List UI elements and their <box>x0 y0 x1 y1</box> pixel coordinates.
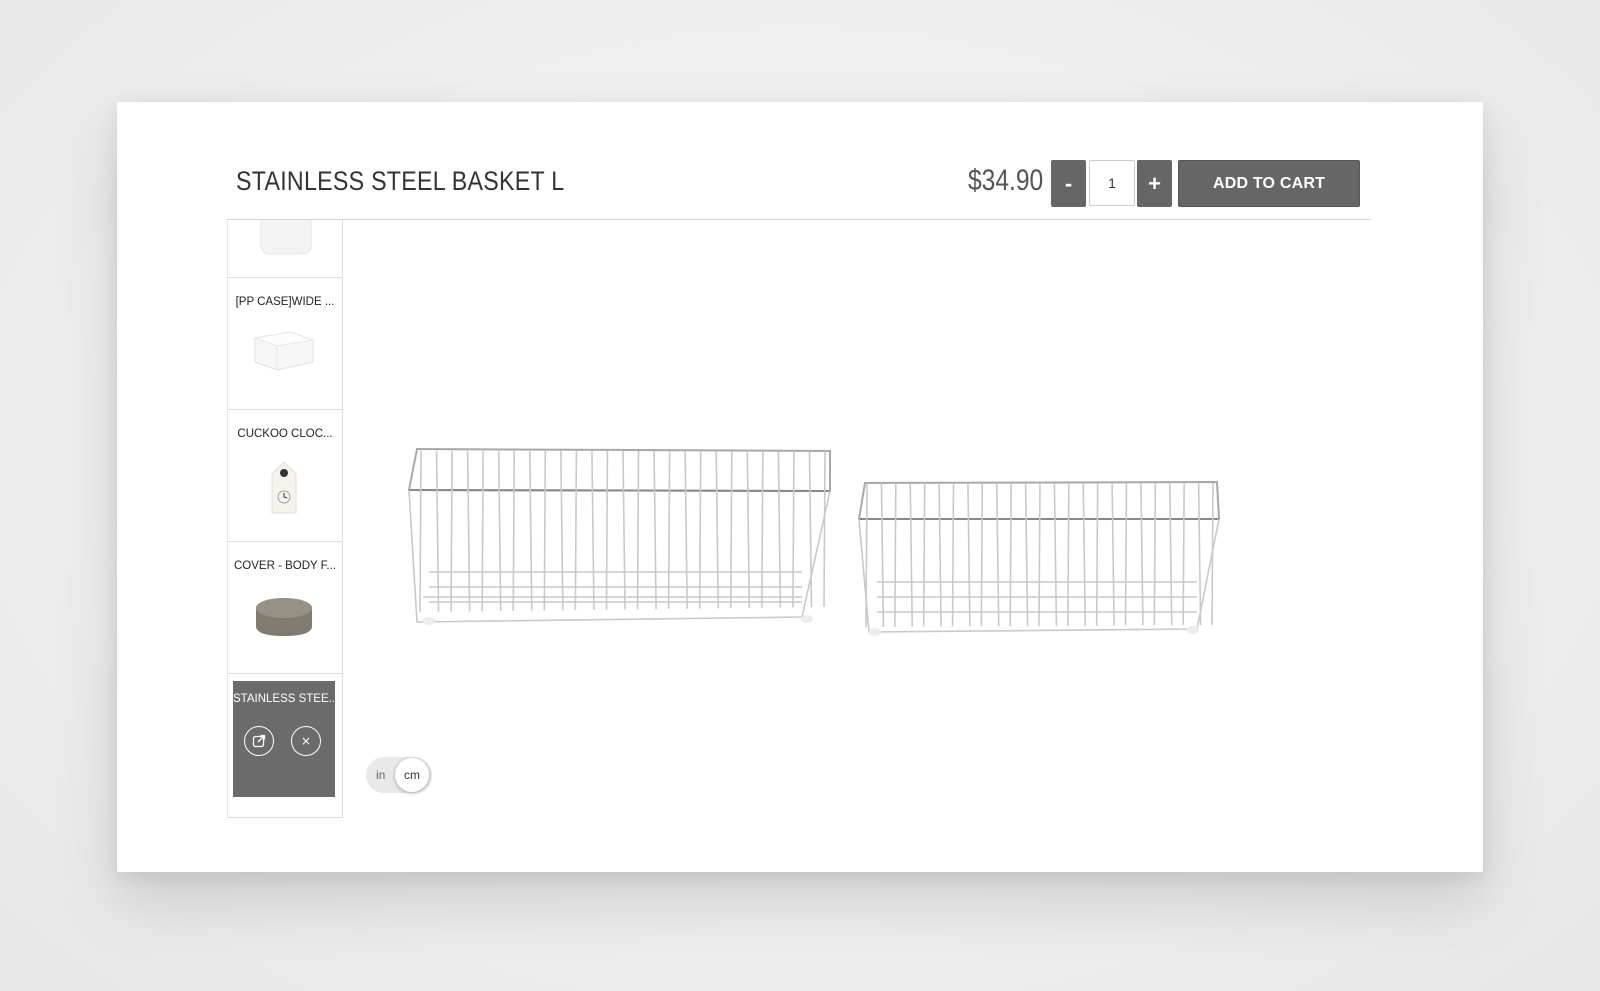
basket-wire <box>894 482 897 627</box>
basket-wire <box>823 450 826 608</box>
basket-wire <box>909 482 914 627</box>
basket-foot <box>1187 626 1199 634</box>
product-modal: STAINLESS STEEL BASKET L $34.90 - + ADD … <box>117 102 1483 872</box>
basket-wire <box>591 450 595 610</box>
basket-wire <box>1053 482 1058 626</box>
basket-wire <box>792 450 795 608</box>
basket-wire <box>636 450 640 610</box>
basket-wire <box>1211 482 1214 626</box>
sidebar-item-stainless-steel-basket[interactable]: STAINLESS STEE... × <box>228 674 342 806</box>
sidebar-item-label: CUCKOO CLOC... <box>237 428 333 440</box>
basket-wire <box>1168 482 1173 626</box>
basket-wire <box>715 450 720 609</box>
small-basket-illustration <box>857 480 1221 633</box>
recent-items-sidebar: [PP CASE]WIDE ... CUCKOO CLOC... COVER -… <box>227 220 343 818</box>
add-to-cart-button[interactable]: ADD TO CART <box>1178 160 1360 207</box>
sidebar-item-jar[interactable] <box>228 220 342 278</box>
basket-wire <box>698 450 702 609</box>
unit-in-label[interactable]: in <box>376 768 385 782</box>
large-basket-illustration <box>407 447 831 623</box>
basket-wire <box>980 482 984 627</box>
basket-wire <box>512 450 516 611</box>
basket-wire <box>938 482 942 627</box>
basket-foot <box>869 628 881 636</box>
basket-wire <box>1182 482 1185 626</box>
basket-wire <box>481 450 484 612</box>
header-divider <box>227 219 1372 220</box>
basket-wire <box>1140 482 1144 626</box>
basket-wire <box>746 450 751 608</box>
basket-wire <box>1024 482 1029 627</box>
decrease-quantity-button[interactable]: - <box>1051 160 1086 207</box>
basket-wire <box>1124 482 1128 626</box>
basket-wire <box>777 450 782 608</box>
product-image <box>407 447 1221 636</box>
basket-wire <box>450 450 453 612</box>
basket-wire <box>951 482 955 627</box>
increase-quantity-button[interactable]: + <box>1137 160 1172 207</box>
basket-wire <box>1111 482 1115 626</box>
unit-cm-knob[interactable]: cm <box>395 758 429 792</box>
active-item-panel: STAINLESS STEE... × <box>233 681 339 797</box>
basket-wire <box>729 450 733 609</box>
white-box-thumbnail-icon <box>253 331 315 371</box>
basket-wire <box>1153 482 1157 626</box>
quantity-input[interactable] <box>1089 160 1135 206</box>
sidebar-item-cuckoo-clock[interactable]: CUCKOO CLOC... <box>228 410 342 542</box>
sidebar-item-cover-body[interactable]: COVER - BODY F... <box>228 542 342 674</box>
basket-wire <box>995 482 1000 627</box>
external-link-icon <box>252 734 266 748</box>
remove-item-button[interactable]: × <box>291 726 321 756</box>
cushion-cover-thumbnail-icon <box>256 598 312 636</box>
basket-wire <box>1038 482 1041 627</box>
basket-wire <box>1095 482 1099 626</box>
basket-wire <box>922 482 926 627</box>
basket-wire <box>622 450 626 610</box>
sidebar-item-pp-case[interactable]: [PP CASE]WIDE ... <box>228 278 342 410</box>
basket-wire <box>967 482 971 627</box>
basket-wire <box>543 450 547 611</box>
basket-wire <box>574 450 578 611</box>
sidebar-item-label: COVER - BODY F... <box>233 560 337 572</box>
basket-wire <box>1197 482 1202 626</box>
basket-wire <box>605 450 609 610</box>
basket-wire <box>684 450 688 609</box>
basket-foot <box>423 617 435 625</box>
basket-wire <box>880 482 885 627</box>
cuckoo-clock-thumbnail-icon <box>271 461 297 514</box>
basket-wire <box>761 450 764 608</box>
basket-foot <box>801 615 813 623</box>
sidebar-item-label: [PP CASE]WIDE ... <box>235 296 335 308</box>
basket-wire <box>667 450 671 609</box>
basket-wire <box>1009 482 1012 627</box>
unit-toggle[interactable]: in cm <box>366 757 432 793</box>
sidebar-item-label: STAINLESS STEE... <box>233 693 339 705</box>
white-jar-thumbnail-icon <box>260 220 312 255</box>
basket-wire <box>653 450 657 610</box>
basket-wire <box>1082 482 1087 626</box>
basket-wire <box>419 450 422 613</box>
product-title: STAINLESS STEEL BASKET L <box>236 166 565 196</box>
product-price: $34.90 <box>968 164 1044 197</box>
basket-wire <box>1067 482 1070 626</box>
open-product-button[interactable] <box>244 726 274 756</box>
basket-wire <box>865 482 868 628</box>
